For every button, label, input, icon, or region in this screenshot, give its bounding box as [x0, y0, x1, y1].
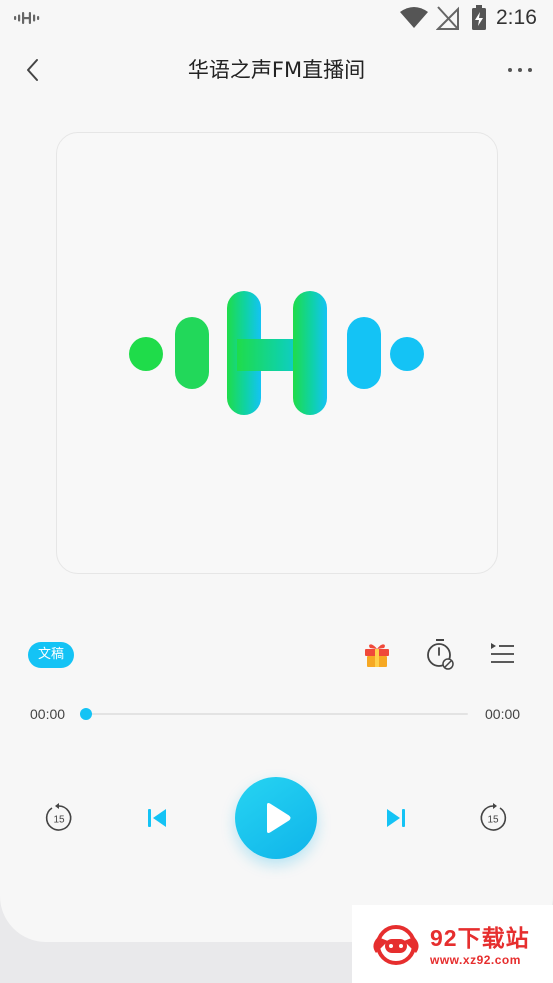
- play-button[interactable]: [235, 777, 317, 859]
- total-time: 00:00: [485, 706, 521, 722]
- transcript-button[interactable]: 文稿: [28, 642, 74, 668]
- forward-15-button[interactable]: 15: [478, 803, 508, 833]
- more-button[interactable]: [502, 56, 538, 84]
- forward-15-icon: 15: [480, 803, 507, 831]
- next-button[interactable]: [384, 806, 408, 830]
- playlist-button[interactable]: [487, 640, 517, 668]
- progress-thumb[interactable]: [80, 708, 92, 720]
- ximalaya-waveform-icon: [14, 12, 40, 24]
- back-button[interactable]: [18, 55, 48, 85]
- skip-previous-icon: [148, 809, 166, 827]
- no-signal-icon: [436, 6, 459, 30]
- page-title: 华语之声FM直播间: [187, 58, 366, 82]
- watermark-url: www.xz92.com: [430, 953, 521, 967]
- current-time: 00:00: [30, 706, 66, 722]
- gift-button[interactable]: [362, 639, 392, 669]
- gamepad-logo-icon: [373, 925, 419, 965]
- player-screen: 2:16 华语之声FM直播间 文稿 00:00 00:00 15 15: [0, 0, 553, 942]
- chevron-left-icon: [27, 59, 38, 81]
- gift-icon: [365, 644, 389, 667]
- sleep-timer-icon: [427, 639, 454, 670]
- rewind-15-button[interactable]: 15: [44, 803, 74, 833]
- forward-seconds-label: 15: [487, 815, 499, 826]
- skip-next-icon: [387, 809, 405, 827]
- status-bar: 2:16: [0, 0, 553, 38]
- progress-slider[interactable]: [80, 708, 468, 720]
- playlist-icon: [491, 643, 514, 663]
- play-icon: [267, 803, 291, 833]
- rewind-15-icon: 15: [45, 803, 72, 831]
- status-time: 2:16: [496, 6, 537, 29]
- more-dots-icon: [508, 68, 532, 72]
- battery-charging-icon: [472, 5, 486, 30]
- rewind-seconds-label: 15: [53, 815, 65, 826]
- waveform-h-logo: [129, 291, 424, 415]
- watermark-title: 92下载站: [430, 925, 530, 951]
- sleep-timer-button[interactable]: [425, 638, 455, 670]
- watermark: 92下载站 www.xz92.com: [352, 905, 553, 983]
- wifi-icon: [400, 7, 428, 28]
- album-cover: [56, 132, 498, 574]
- previous-button[interactable]: [145, 806, 169, 830]
